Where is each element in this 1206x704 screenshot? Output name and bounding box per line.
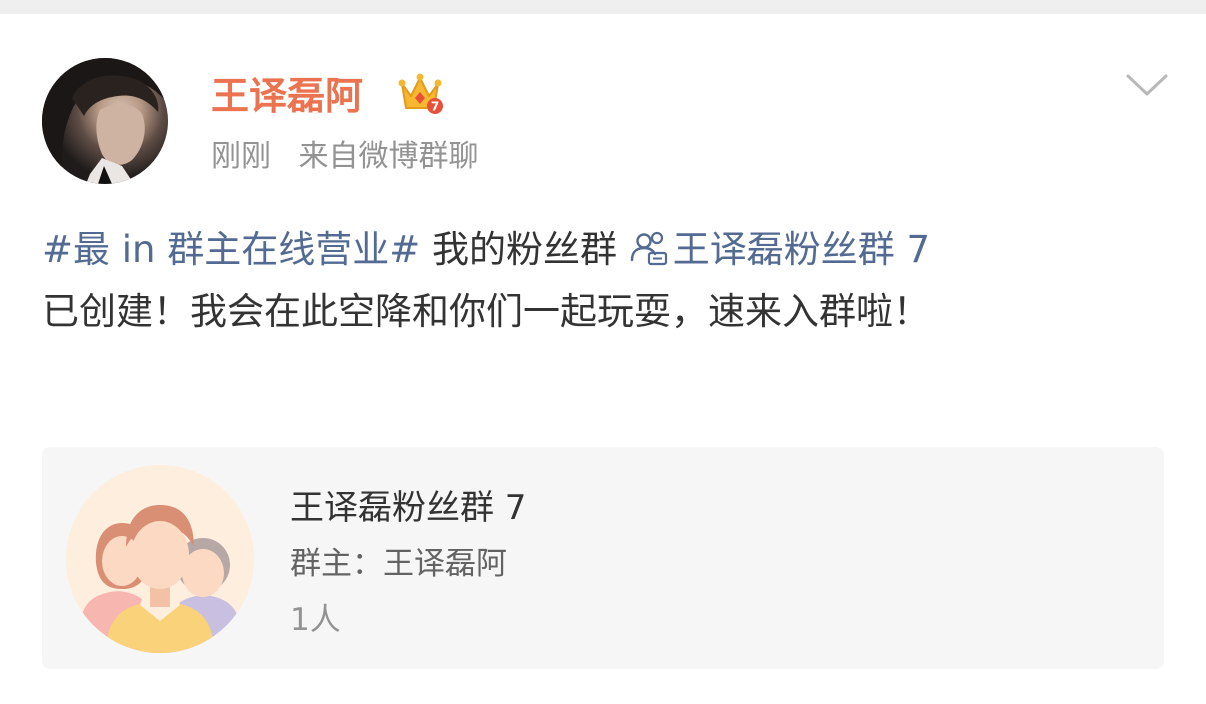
group-chat-icon xyxy=(630,231,667,266)
chevron-down-icon[interactable] xyxy=(1124,70,1170,100)
top-strip xyxy=(0,0,1206,14)
group-members-icon xyxy=(66,465,254,653)
post-time: 刚刚 xyxy=(211,139,271,174)
vip-level-number: 7 xyxy=(431,100,439,114)
group-chat-link[interactable]: 王译磊粉丝群 7 xyxy=(629,228,930,271)
post-content: #最 in 群主在线营业# 我的粉丝群 王译磊粉丝群 7 已创建！我会在此空降和你… xyxy=(42,219,1162,343)
avatar-photo xyxy=(42,58,168,184)
hashtag-link[interactable]: #最 in 群主在线营业# xyxy=(42,228,420,271)
group-avatar xyxy=(66,465,254,653)
group-card[interactable]: 王译磊粉丝群 7 群主：王译磊阿 1人 xyxy=(42,447,1164,669)
author-avatar[interactable] xyxy=(42,58,168,184)
post-meta: 刚刚 来自微博群聊 xyxy=(211,137,479,177)
group-member-count: 1人 xyxy=(290,602,341,638)
content-text-continued: 已创建！我会在此空降和你们一起玩耍，速来入群啦！ xyxy=(42,290,930,333)
group-owner: 群主：王译磊阿 xyxy=(290,546,507,582)
group-link-label: 王译磊粉丝群 7 xyxy=(672,228,931,271)
group-name: 王译磊粉丝群 7 xyxy=(290,488,527,528)
vip-crown-icon: 7 xyxy=(398,73,443,114)
post-source[interactable]: 来自微博群聊 xyxy=(299,139,479,174)
author-name[interactable]: 王译磊阿 xyxy=(211,72,363,120)
content-text: 我的粉丝群 xyxy=(420,228,629,271)
